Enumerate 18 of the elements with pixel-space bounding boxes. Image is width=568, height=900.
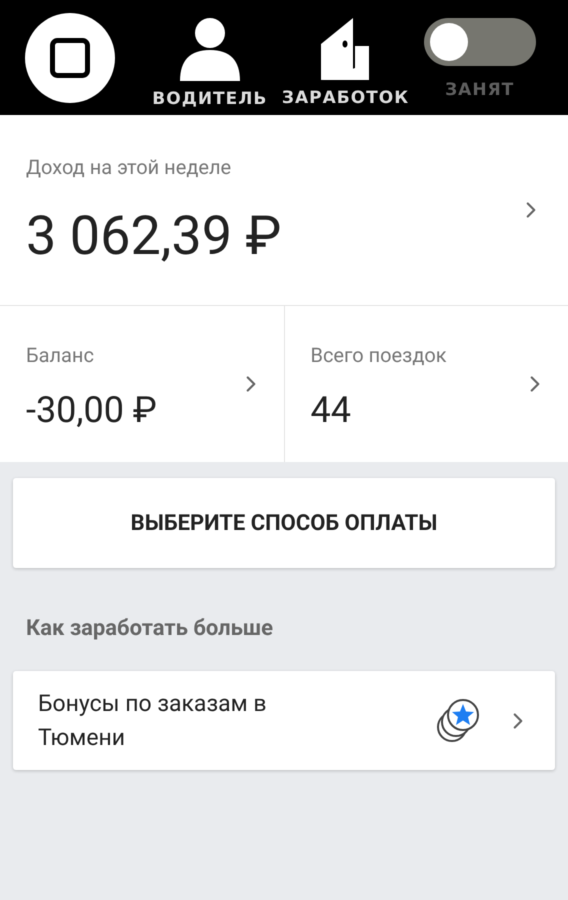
busy-label: ЗАНЯТ	[445, 78, 514, 102]
nav-tab[interactable]: ВОДИТЕЛЬ	[152, 2, 268, 112]
square-icon	[50, 38, 90, 78]
stat-panel[interactable]: Всего поездок 44	[284, 306, 568, 462]
stat-label: Всего поездок	[310, 342, 447, 369]
busy-toggle[interactable]	[424, 18, 536, 66]
stat-label: Баланс	[26, 342, 95, 369]
wallet-icon	[320, 18, 371, 80]
payment-method-button[interactable]: ВЫБЕРИТЕ СПОСОБ ОПЛАТЫ	[13, 478, 555, 568]
nav-tab[interactable]: ЗАРАБОТОК	[282, 4, 410, 112]
stat-panel[interactable]: Баланс -30,00 ₽	[0, 306, 284, 462]
income-label: Доход на этой неделе	[26, 154, 232, 181]
section-heading: Как заработать больше	[26, 615, 274, 643]
stat-value: -30,00 ₽	[26, 392, 157, 428]
weekly-income-panel[interactable]: Доход на этой неделе 3 062,39 ₽	[0, 115, 568, 306]
income-amount: 3 062,39 ₽	[26, 210, 282, 264]
bonus-item[interactable]: Бонусы по заказам в Тюмени	[13, 671, 555, 770]
stat-value: 44	[310, 392, 352, 428]
